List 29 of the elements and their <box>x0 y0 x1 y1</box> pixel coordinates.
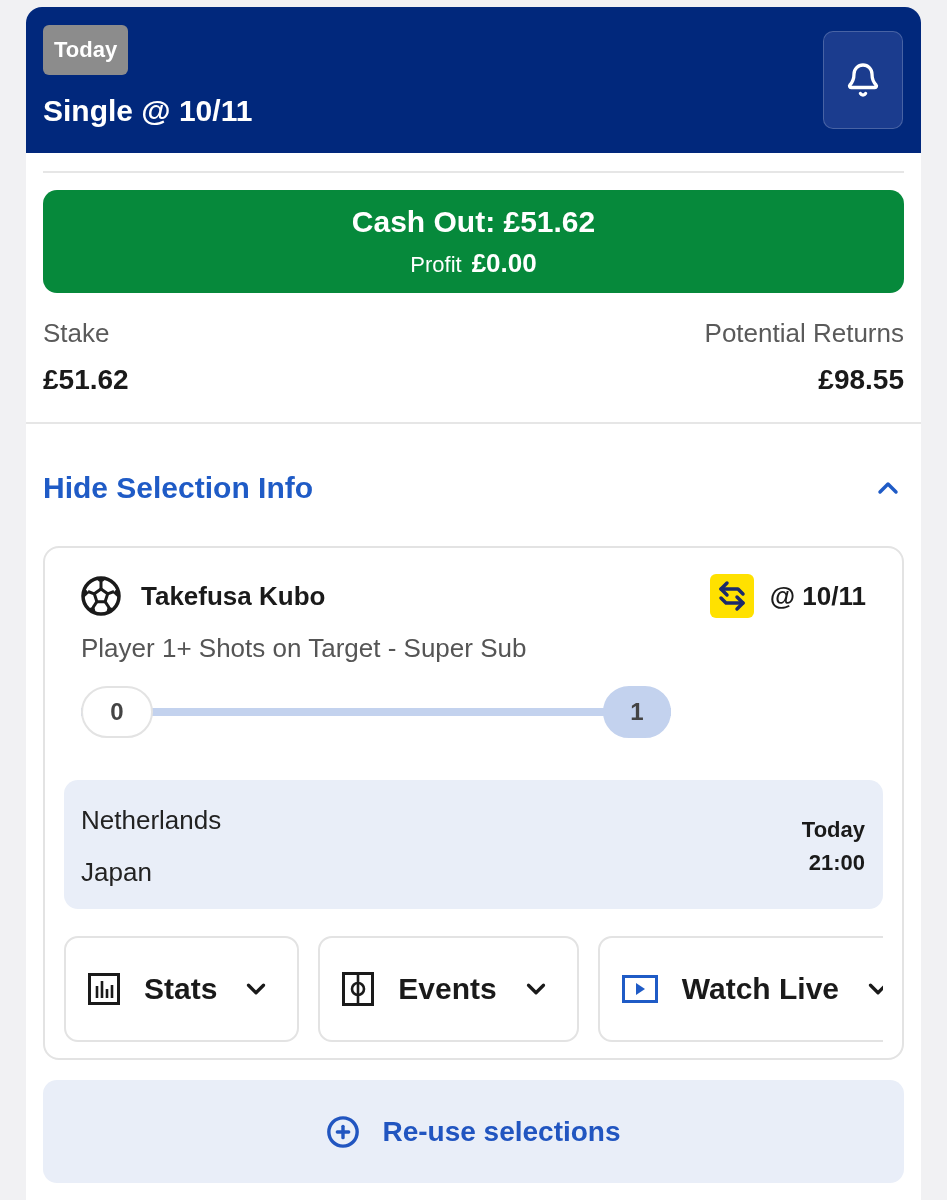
pitch-icon <box>342 972 375 1006</box>
notification-button[interactable] <box>823 31 903 129</box>
football-icon <box>81 576 121 616</box>
stats-button[interactable]: Stats <box>64 936 300 1042</box>
reuse-selections-button[interactable]: Re-use selections <box>43 1080 904 1183</box>
watch-live-button[interactable]: Watch Live <box>597 936 883 1042</box>
event-day: Today <box>801 813 865 846</box>
player-name: Takefusa Kubo <box>141 580 326 612</box>
team-name: Japan <box>81 856 152 888</box>
summary-label: Stake <box>43 317 110 349</box>
team-name: Netherlands <box>81 804 222 836</box>
summary-value: £51.62 <box>43 363 129 397</box>
bar-chart-icon <box>88 973 120 1005</box>
bell-icon <box>845 62 881 98</box>
day-badge: Today <box>43 25 129 75</box>
market-text: Player 1+ Shots on Target - Super Sub <box>81 632 527 664</box>
selection-info-toggle[interactable]: Hide Selection Info <box>43 424 904 546</box>
play-screen-icon <box>621 975 658 1003</box>
cash-out-button[interactable]: Cash Out: £51.62 Profit £0.00 <box>43 190 904 293</box>
tracker-start: 0 <box>81 686 153 738</box>
bet-title: Single @ 10/11 <box>43 93 253 129</box>
swap-arrows-icon <box>709 574 754 618</box>
summary-label: Potential Returns <box>704 317 904 349</box>
event-time: 21:00 <box>808 849 865 877</box>
plus-circle-icon <box>326 1114 361 1149</box>
tracker-target: 1 <box>603 686 671 738</box>
summary-value: £98.55 <box>818 363 904 397</box>
events-button[interactable]: Events <box>318 936 579 1042</box>
odds-text: @ 10/11 <box>769 580 866 612</box>
